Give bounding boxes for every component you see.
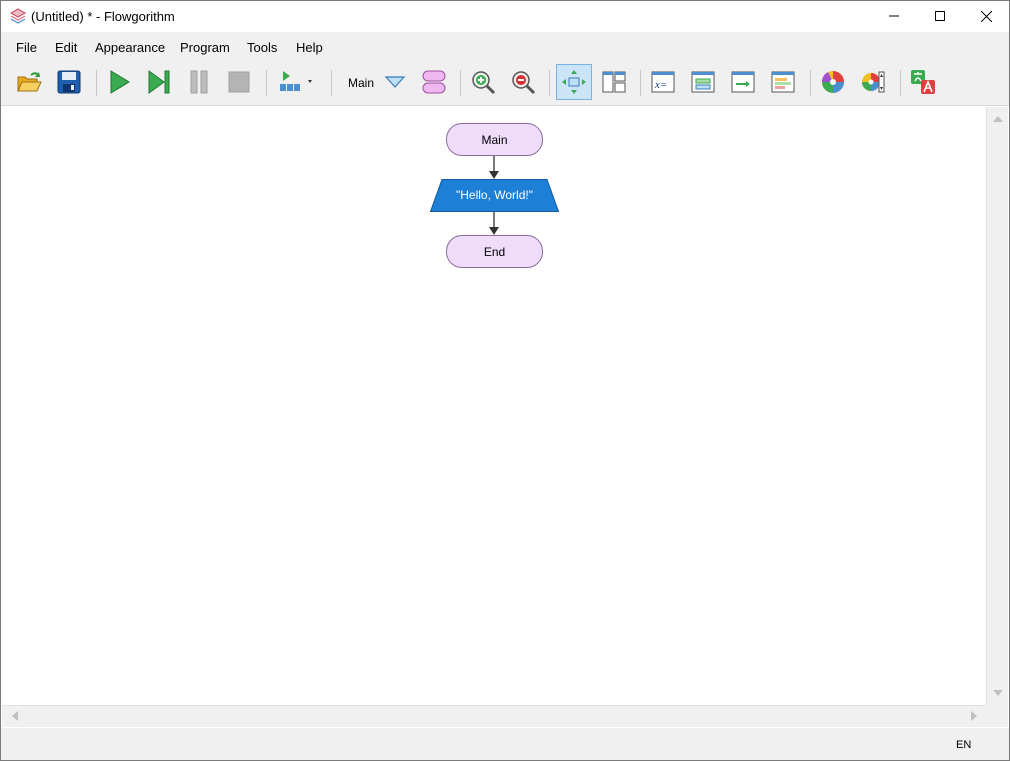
toolbar-separator (266, 70, 267, 96)
scroll-up-button[interactable] (990, 111, 1006, 127)
window-title: (Untitled) * - Flowgorithm (31, 9, 175, 24)
color-icon (821, 71, 844, 93)
layout-button[interactable] (556, 64, 592, 100)
toolbar-separator (96, 70, 97, 96)
stop-button[interactable] (223, 66, 255, 98)
execution-speed-button[interactable] (273, 66, 317, 98)
function-selector-label[interactable]: Main (348, 76, 374, 90)
chevron-right-icon (971, 711, 977, 721)
connector-arrow (489, 212, 499, 235)
save-button[interactable] (53, 66, 85, 98)
chevron-down-icon (384, 76, 406, 88)
save-icon (57, 70, 81, 94)
end-node-label: End (483, 244, 506, 259)
open-button[interactable] (13, 66, 45, 98)
minimize-button[interactable] (871, 1, 917, 31)
add-function-button[interactable] (418, 66, 450, 98)
vertical-scrollbar[interactable] (986, 107, 1008, 705)
output-node-label: "Hello, World!" (456, 188, 533, 202)
console-button[interactable] (687, 66, 719, 98)
scrollbar-corner (986, 705, 1008, 727)
source-view-button[interactable] (767, 66, 799, 98)
close-button[interactable] (963, 1, 1009, 31)
stop-icon (228, 71, 250, 93)
app-window: (Untitled) * - Flowgorithm File Edit App… (0, 0, 1010, 761)
scroll-left-button[interactable] (7, 708, 23, 724)
chevron-up-icon (993, 116, 1003, 122)
flowchart-canvas[interactable]: Main "Hello, World!" End (2, 107, 986, 705)
start-node[interactable]: Main (446, 123, 543, 156)
zoom-out-icon (512, 71, 536, 95)
pause-button[interactable] (183, 66, 215, 98)
zoom-out-button[interactable] (507, 66, 539, 98)
execute-speed-icon (280, 71, 312, 91)
output-icon (731, 71, 755, 93)
console-icon (691, 71, 715, 93)
add-function-icon (422, 70, 446, 94)
toolbar: Main x= (1, 62, 1009, 106)
chevron-down-icon (993, 690, 1003, 696)
toolbar-separator (810, 70, 811, 96)
flowgorithm-logo-icon (9, 8, 27, 24)
menu-edit[interactable]: Edit (55, 40, 77, 55)
variable-watch-button[interactable]: x= (647, 66, 679, 98)
chevron-left-icon (12, 711, 18, 721)
function-dropdown-button[interactable] (379, 66, 411, 98)
status-bar: EN (1, 728, 1009, 760)
maximize-icon (935, 11, 945, 21)
layout-icon (562, 70, 586, 94)
end-node[interactable]: End (446, 235, 543, 268)
close-icon (980, 10, 992, 22)
output-button[interactable] (727, 66, 759, 98)
menu-program[interactable]: Program (180, 40, 230, 55)
language-indicator: EN (956, 739, 972, 751)
maximize-button[interactable] (917, 1, 963, 31)
chart-style-icon (862, 71, 885, 93)
layout-panels-icon (602, 71, 626, 93)
toolbar-separator (640, 70, 641, 96)
scroll-right-button[interactable] (966, 708, 982, 724)
translate-button[interactable] (907, 66, 939, 98)
start-node-label: Main (481, 132, 508, 147)
horizontal-scrollbar[interactable] (2, 705, 986, 727)
title-bar: (Untitled) * - Flowgorithm (1, 1, 1009, 32)
toolbar-separator (331, 70, 332, 96)
open-folder-icon (17, 72, 42, 92)
menu-file[interactable]: File (16, 40, 37, 55)
chart-style-button[interactable] (857, 66, 889, 98)
run-button[interactable] (103, 66, 135, 98)
run-icon (110, 70, 130, 94)
color-button[interactable] (817, 66, 849, 98)
toolbar-separator (460, 70, 461, 96)
toolbar-separator (900, 70, 901, 96)
zoom-in-button[interactable] (467, 66, 499, 98)
menu-tools[interactable]: Tools (247, 40, 277, 55)
output-node[interactable]: "Hello, World!" (430, 179, 559, 212)
step-icon (148, 70, 170, 94)
source-view-icon (771, 71, 795, 93)
menu-bar: File Edit Appearance Program Tools Help (1, 32, 1009, 62)
panels-button[interactable] (598, 66, 630, 98)
connector-arrow (489, 156, 499, 179)
scroll-down-button[interactable] (990, 685, 1006, 701)
menu-appearance[interactable]: Appearance (95, 40, 165, 55)
toolbar-separator (549, 70, 550, 96)
menu-help[interactable]: Help (296, 40, 323, 55)
minimize-icon (889, 15, 899, 17)
variable-watch-icon: x= (651, 71, 675, 93)
svg-text:x=: x= (654, 79, 667, 91)
pause-icon (190, 70, 208, 94)
translate-icon (911, 70, 935, 94)
zoom-in-icon (472, 71, 496, 95)
step-button[interactable] (143, 66, 175, 98)
